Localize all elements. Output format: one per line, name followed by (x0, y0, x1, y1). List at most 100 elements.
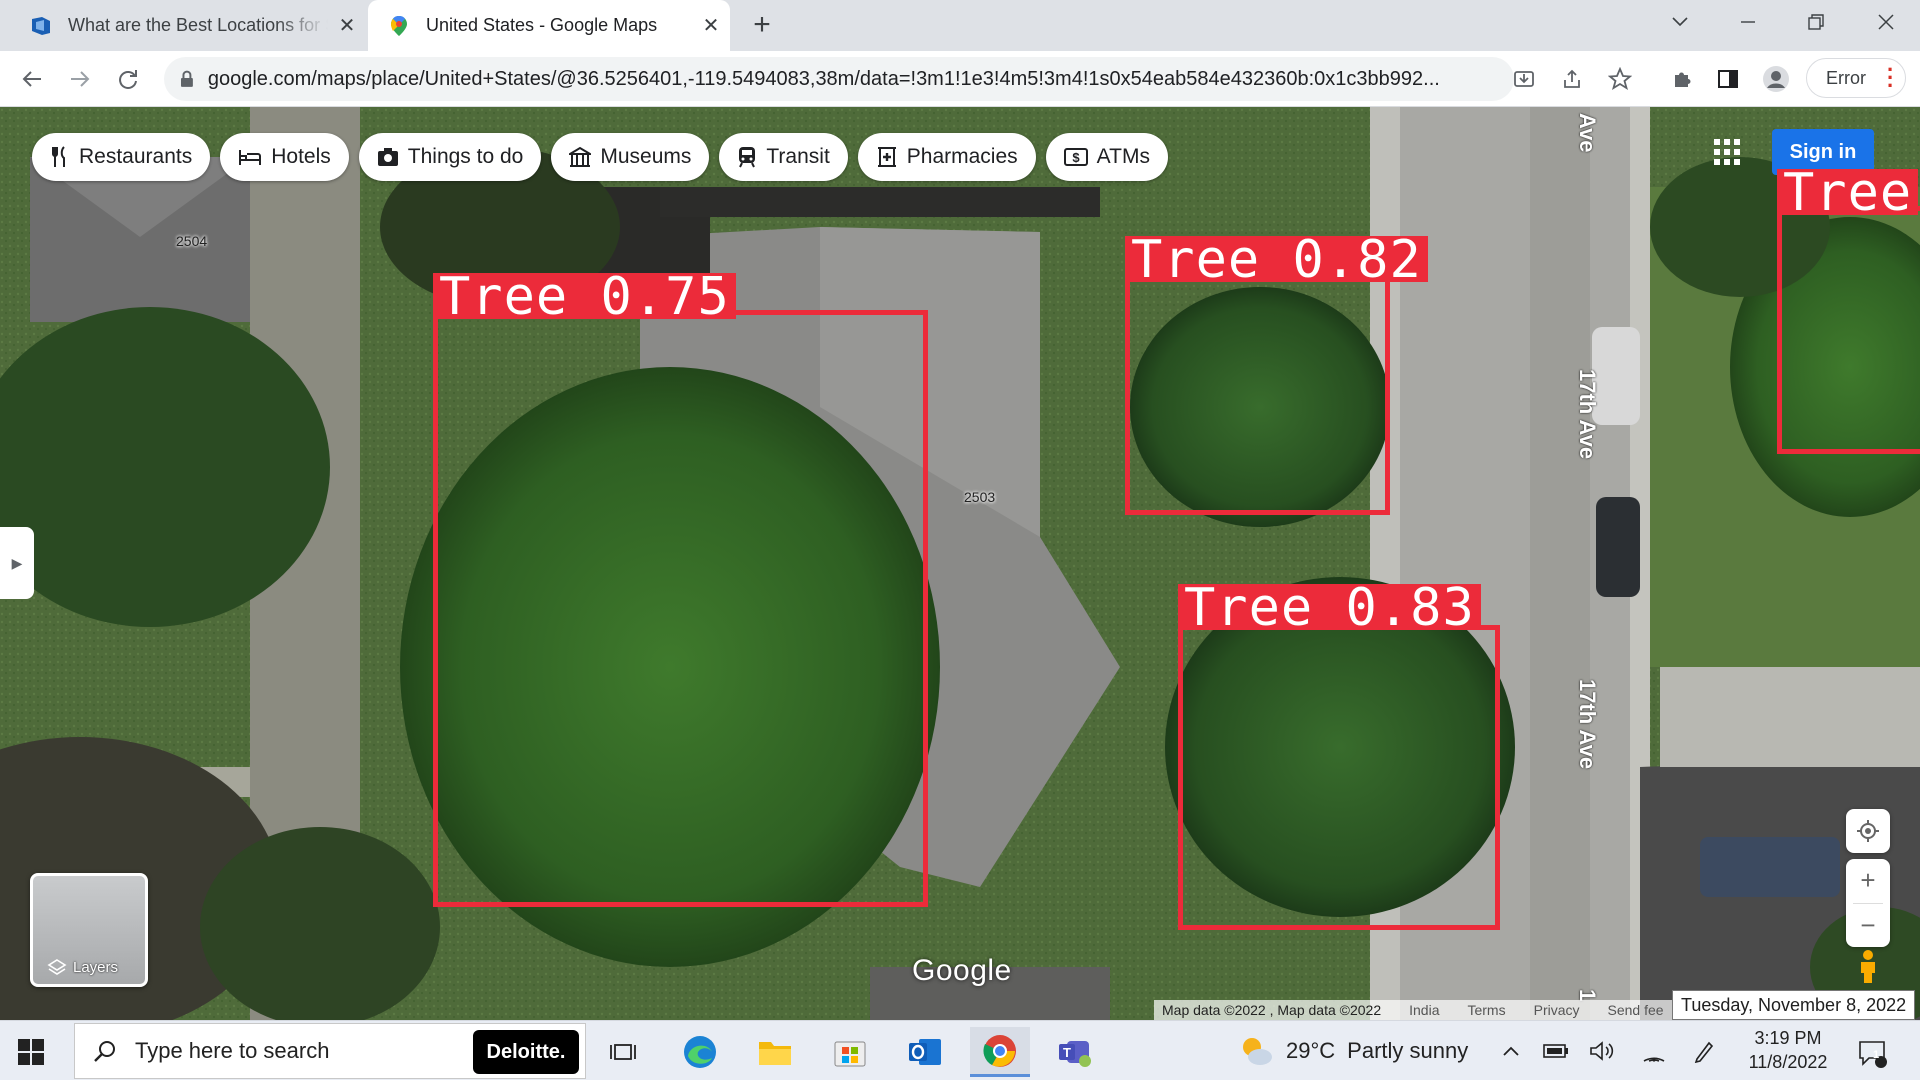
show-hidden-icons-chevron[interactable] (1496, 1031, 1526, 1071)
minimize-icon[interactable] (1714, 0, 1782, 44)
system-clock[interactable]: 3:19 PM 11/8/2022 (1740, 1026, 1836, 1074)
file-explorer-icon[interactable] (745, 1027, 805, 1077)
edge-icon[interactable] (670, 1027, 730, 1077)
partly-sunny-icon (1243, 1038, 1272, 1065)
taskbar-search-box[interactable]: Type here to search Deloitte. (74, 1023, 586, 1079)
chip-label: Museums (600, 145, 692, 168)
wifi-icon[interactable] (1638, 1031, 1670, 1071)
microsoft-store-icon[interactable] (820, 1027, 880, 1077)
teams-icon[interactable]: T (1046, 1027, 1106, 1077)
google-logo: Google (912, 954, 1012, 987)
chip-things-to-do[interactable]: Things to do (358, 133, 542, 181)
train-icon (737, 146, 757, 168)
zoom-out-button[interactable]: − (1860, 903, 1875, 947)
bed-icon (238, 148, 262, 166)
detection-label: Tree (1777, 167, 1919, 219)
tab-microsoft-docs[interactable]: What are the Best Locations for S ✕ (14, 0, 366, 51)
chevron-right-icon: ▶ (11, 554, 23, 571)
battery-icon[interactable] (1540, 1031, 1572, 1071)
pen-workspace-icon[interactable] (1688, 1031, 1720, 1071)
browser-tab-strip: What are the Best Locations for S ✕ Unit… (0, 0, 1920, 51)
tree-detection-box: Tree 0.83 (1178, 582, 1500, 930)
chrome-icon[interactable] (970, 1027, 1030, 1077)
close-tab-icon[interactable]: ✕ (328, 13, 366, 38)
expand-side-panel-button[interactable]: ▶ (0, 527, 34, 599)
chip-label: Hotels (271, 145, 331, 168)
chip-transit[interactable]: Transit (719, 133, 848, 181)
profile-error-button[interactable]: Error · · · (1806, 58, 1906, 98)
detection-label: Tree 0.83 (1178, 582, 1481, 634)
svg-text:T: T (1063, 1045, 1071, 1060)
layers-button[interactable]: Layers (30, 873, 148, 987)
tree-detection-box: Tree 0.75 (433, 271, 928, 907)
outlook-icon[interactable] (895, 1027, 955, 1077)
microsoft-docs-icon (32, 16, 50, 35)
layers-label: Layers (73, 958, 119, 976)
street-label: Ave (1575, 113, 1600, 153)
reload-icon[interactable] (110, 61, 146, 97)
chip-label: Transit (766, 145, 830, 168)
weather-condition: Partly sunny (1347, 1038, 1469, 1063)
street-label: 17th Ave (1575, 679, 1600, 770)
privacy-link[interactable]: Privacy (1534, 1002, 1580, 1018)
weather-temp: 29°C (1286, 1038, 1336, 1063)
install-app-icon[interactable] (1506, 61, 1542, 97)
detection-label: Tree 0.75 (433, 271, 736, 323)
search-icon (94, 1041, 115, 1062)
chip-museums[interactable]: Museums (551, 133, 710, 181)
back-icon[interactable] (14, 61, 50, 97)
svg-text:$: $ (1072, 150, 1080, 165)
chip-restaurants[interactable]: Restaurants (32, 133, 211, 181)
camera-icon (377, 147, 399, 167)
profile-avatar-icon[interactable] (1758, 61, 1794, 97)
region-link[interactable]: India (1409, 1002, 1439, 1018)
send-feedback-link[interactable]: Send fee (1608, 1002, 1664, 1018)
extensions-puzzle-icon[interactable] (1664, 61, 1700, 97)
map-attribution: Map data ©2022 , Map data ©2022 India Te… (1154, 1000, 1674, 1020)
tab-google-maps[interactable]: United States - Google Maps ✕ (368, 0, 730, 51)
close-tab-icon[interactable]: ✕ (692, 13, 730, 38)
zoom-controls: + − (1846, 859, 1890, 947)
tab-title: What are the Best Locations for S (68, 15, 328, 35)
museum-icon (569, 146, 592, 168)
volume-icon[interactable] (1586, 1031, 1618, 1071)
lock-icon (180, 70, 193, 87)
windows-start-icon[interactable] (16, 1037, 48, 1069)
restore-icon[interactable] (1782, 0, 1850, 44)
bookmark-star-icon[interactable] (1602, 61, 1638, 97)
category-chips: Restaurants Hotels Things to do Museums … (32, 133, 1168, 181)
tab-search-chevron-icon[interactable] (1646, 0, 1714, 44)
chip-label: Restaurants (79, 145, 193, 168)
crosshair-icon (1857, 820, 1879, 842)
chip-atms[interactable]: $ ATMs (1045, 133, 1168, 181)
zoom-in-button[interactable]: + (1860, 859, 1875, 903)
weather-widget[interactable]: 29°C Partly sunny (1238, 1031, 1468, 1071)
terms-link[interactable]: Terms (1467, 1002, 1505, 1018)
tree-detection-box: Tree (1777, 167, 1920, 454)
address-bar[interactable]: google.com/maps/place/United+States/@36.… (164, 57, 1514, 101)
dollar-icon: $ (1063, 147, 1088, 167)
clock-time: 3:19 PM (1754, 1028, 1822, 1048)
task-view-icon[interactable] (593, 1027, 653, 1077)
detection-label: Tree 0.82 (1125, 234, 1428, 286)
pegman-icon[interactable] (1854, 949, 1882, 985)
layers-label-group: Layers (47, 958, 118, 976)
more-menu-icon[interactable]: · · · (1887, 59, 1894, 97)
chip-pharmacies[interactable]: Pharmacies (857, 133, 1036, 181)
close-window-icon[interactable] (1852, 0, 1920, 44)
google-apps-grid-icon[interactable] (1712, 137, 1742, 167)
address-url[interactable]: google.com/maps/place/United+States/@36.… (208, 68, 1514, 91)
address-label: 2504 (176, 233, 208, 249)
new-tab-button[interactable]: + (744, 8, 780, 44)
my-location-button[interactable] (1846, 809, 1890, 853)
street-label: 17th Ave (1575, 369, 1600, 460)
chip-hotels[interactable]: Hotels (220, 133, 349, 181)
browser-toolbar: google.com/maps/place/United+States/@36.… (0, 51, 1920, 107)
forward-icon[interactable] (62, 61, 98, 97)
satellite-map[interactable]: Restaurants Hotels Things to do Museums … (0, 107, 1920, 1020)
tree-detection-box: Tree 0.82 (1125, 234, 1428, 515)
share-icon[interactable] (1554, 61, 1590, 97)
notification-center-icon[interactable]: 1 (1852, 1033, 1892, 1073)
date-tooltip: Tuesday, November 8, 2022 (1672, 990, 1916, 1020)
side-panel-icon[interactable] (1710, 61, 1746, 97)
